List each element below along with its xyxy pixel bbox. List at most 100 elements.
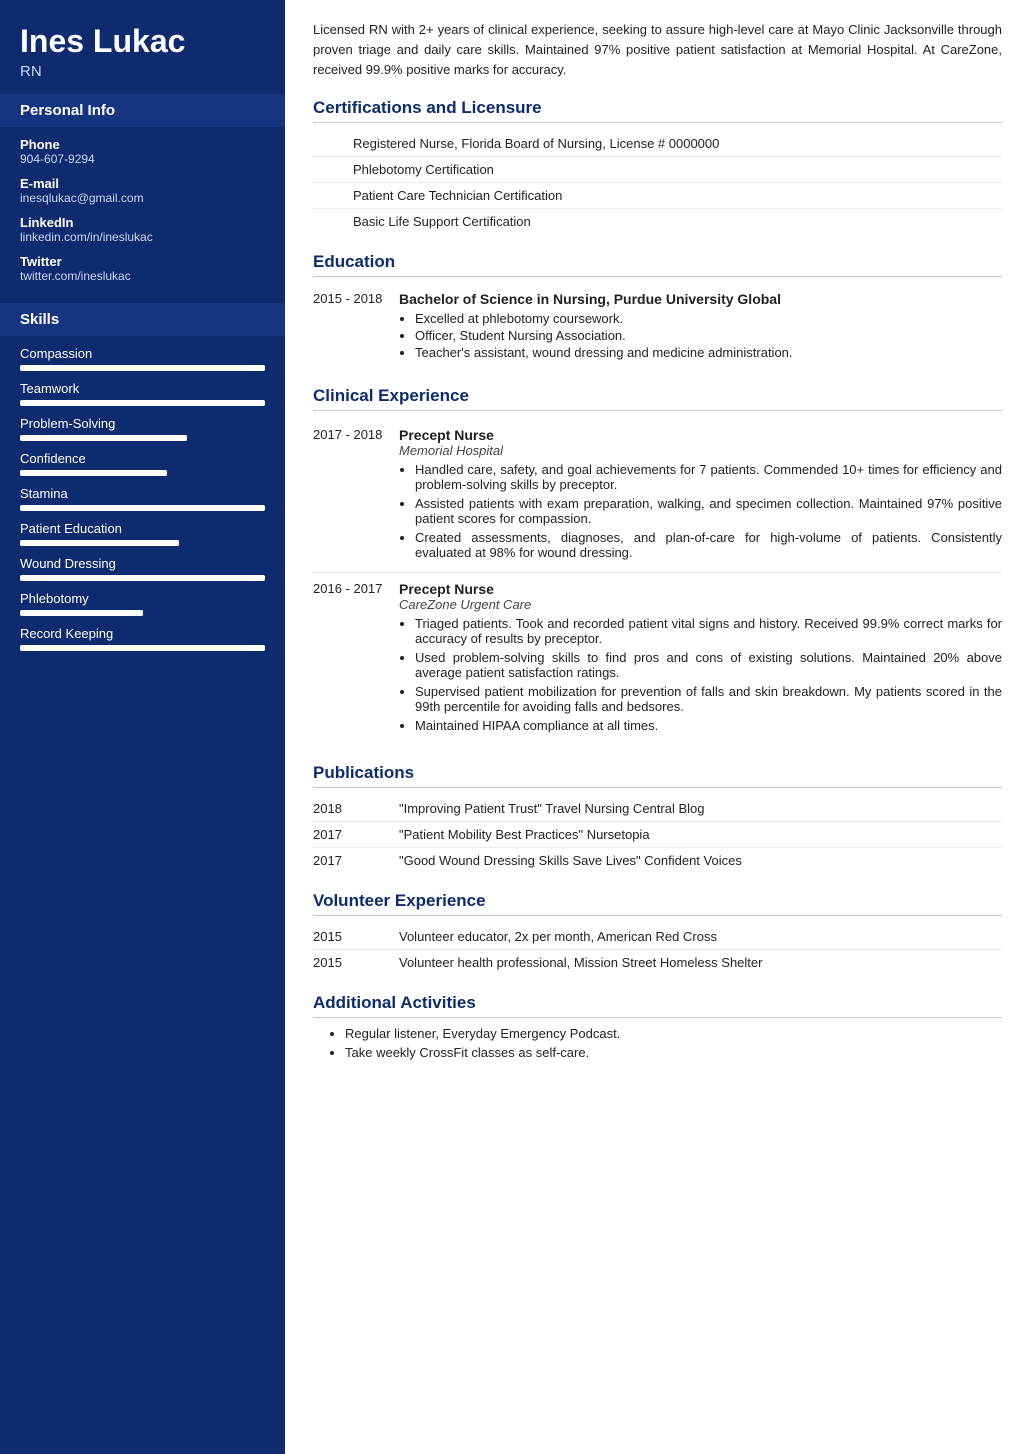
skill-name: Compassion	[20, 346, 265, 361]
skills-header: Skills	[0, 303, 285, 336]
pub-year: 2017	[313, 827, 383, 842]
skill-item: Patient Education	[20, 521, 265, 546]
edu-year: 2015 - 2018	[313, 291, 383, 362]
edu-bullets: Excelled at phlebotomy coursework. Office…	[399, 311, 1002, 360]
contact-value: inesqlukac@gmail.com	[20, 191, 265, 205]
exp-year: 2016 - 2017	[313, 581, 383, 737]
skill-item: Compassion	[20, 346, 265, 371]
additional-section: Additional Activities Regular listener, …	[313, 993, 1002, 1060]
skill-name: Record Keeping	[20, 626, 265, 641]
vol-year: 2015	[313, 955, 383, 970]
skill-bar-fill	[20, 435, 187, 441]
skill-bar	[20, 505, 265, 511]
exp-bullet: Used problem-solving skills to find pros…	[415, 650, 1002, 680]
edu-bullet: Teacher's assistant, wound dressing and …	[415, 345, 1002, 360]
skill-bar	[20, 645, 265, 651]
skill-bar-fill	[20, 365, 265, 371]
publications-header: Publications	[313, 763, 1002, 788]
clinical-header: Clinical Experience	[313, 386, 1002, 411]
skill-bar	[20, 435, 265, 441]
pub-text: "Improving Patient Trust" Travel Nursing…	[399, 801, 1002, 816]
pub-row: 2017 "Patient Mobility Best Practices" N…	[313, 822, 1002, 848]
skill-item: Teamwork	[20, 381, 265, 406]
contact-label: Twitter	[20, 254, 265, 269]
contact-value: twitter.com/ineslukac	[20, 269, 265, 283]
contact-item: E-mailinesqlukac@gmail.com	[20, 176, 265, 205]
summary-text: Licensed RN with 2+ years of clinical ex…	[313, 20, 1002, 80]
contact-item: Phone904-607-9294	[20, 137, 265, 166]
skill-bar-fill	[20, 470, 167, 476]
pub-text: "Patient Mobility Best Practices" Nurset…	[399, 827, 1002, 842]
exp-company: Memorial Hospital	[399, 443, 1002, 458]
skill-item: Record Keeping	[20, 626, 265, 651]
volunteer-header: Volunteer Experience	[313, 891, 1002, 916]
publications-section: Publications 2018 "Improving Patient Tru…	[313, 763, 1002, 873]
certifications-header: Certifications and Licensure	[313, 98, 1002, 123]
skill-bar-fill	[20, 575, 265, 581]
pub-row: 2018 "Improving Patient Trust" Travel Nu…	[313, 796, 1002, 822]
skill-name: Confidence	[20, 451, 265, 466]
exp-row: 2017 - 2018 Precept Nurse Memorial Hospi…	[313, 419, 1002, 573]
edu-bullet: Officer, Student Nursing Association.	[415, 328, 1002, 343]
cert-item: Basic Life Support Certification	[313, 209, 1002, 234]
skill-bar	[20, 575, 265, 581]
contact-label: Phone	[20, 137, 265, 152]
skill-name: Problem-Solving	[20, 416, 265, 431]
exp-bullets: Handled care, safety, and goal achieveme…	[399, 462, 1002, 560]
edu-content: Bachelor of Science in Nursing, Purdue U…	[399, 291, 1002, 362]
skill-item: Phlebotomy	[20, 591, 265, 616]
exp-bullets: Triaged patients. Took and recorded pati…	[399, 616, 1002, 733]
exp-bullet: Triaged patients. Took and recorded pati…	[415, 616, 1002, 646]
exp-company: CareZone Urgent Care	[399, 597, 1002, 612]
skill-bar-dark	[179, 540, 265, 546]
skill-bar	[20, 610, 265, 616]
skill-bar	[20, 365, 265, 371]
skill-name: Teamwork	[20, 381, 265, 396]
skill-item: Stamina	[20, 486, 265, 511]
contact-value: 904-607-9294	[20, 152, 265, 166]
cert-item: Patient Care Technician Certification	[313, 183, 1002, 209]
contact-label: LinkedIn	[20, 215, 265, 230]
exp-job-title: Precept Nurse	[399, 581, 1002, 597]
skill-name: Phlebotomy	[20, 591, 265, 606]
additional-bullet: Take weekly CrossFit classes as self-car…	[345, 1045, 1002, 1060]
exp-job-title: Precept Nurse	[399, 427, 1002, 443]
personal-info-header: Personal Info	[0, 94, 285, 127]
contact-value: linkedin.com/in/ineslukac	[20, 230, 265, 244]
pub-text: "Good Wound Dressing Skills Save Lives" …	[399, 853, 1002, 868]
vol-row: 2015 Volunteer health professional, Miss…	[313, 950, 1002, 975]
edu-bullet: Excelled at phlebotomy coursework.	[415, 311, 1002, 326]
skill-bar-fill	[20, 540, 179, 546]
skill-name: Stamina	[20, 486, 265, 501]
skill-item: Confidence	[20, 451, 265, 476]
certifications-section: Certifications and Licensure Registered …	[313, 98, 1002, 234]
vol-row: 2015 Volunteer educator, 2x per month, A…	[313, 924, 1002, 950]
additional-bullets: Regular listener, Everyday Emergency Pod…	[313, 1026, 1002, 1060]
exp-content: Precept Nurse CareZone Urgent Care Triag…	[399, 581, 1002, 737]
contact-item: Twittertwitter.com/ineslukac	[20, 254, 265, 283]
name-block: Ines Lukac RN	[0, 0, 285, 94]
pub-year: 2017	[313, 853, 383, 868]
volunteer-section: Volunteer Experience 2015 Volunteer educ…	[313, 891, 1002, 975]
exp-content: Precept Nurse Memorial Hospital Handled …	[399, 427, 1002, 564]
personal-info-content: Phone904-607-9294 E-mailinesqlukac@gmail.…	[0, 127, 285, 303]
exp-bullet: Assisted patients with exam preparation,…	[415, 496, 1002, 526]
vol-text: Volunteer educator, 2x per month, Americ…	[399, 929, 1002, 944]
pub-year: 2018	[313, 801, 383, 816]
education-section: Education 2015 - 2018 Bachelor of Scienc…	[313, 252, 1002, 368]
vol-text: Volunteer health professional, Mission S…	[399, 955, 1002, 970]
skill-bar-fill	[20, 610, 143, 616]
sidebar: Ines Lukac RN Personal Info Phone904-607…	[0, 0, 285, 1454]
skill-bar	[20, 540, 265, 546]
exp-bullet: Maintained HIPAA compliance at all times…	[415, 718, 1002, 733]
skill-item: Problem-Solving	[20, 416, 265, 441]
additional-header: Additional Activities	[313, 993, 1002, 1018]
contact-item: LinkedInlinkedin.com/in/ineslukac	[20, 215, 265, 244]
skill-bar-dark	[143, 610, 266, 616]
cert-item: Phlebotomy Certification	[313, 157, 1002, 183]
edu-row: 2015 - 2018 Bachelor of Science in Nursi…	[313, 285, 1002, 368]
skill-bar-fill	[20, 645, 265, 651]
exp-bullet: Supervised patient mobilization for prev…	[415, 684, 1002, 714]
skill-bar	[20, 400, 265, 406]
skill-bar-fill	[20, 505, 265, 511]
